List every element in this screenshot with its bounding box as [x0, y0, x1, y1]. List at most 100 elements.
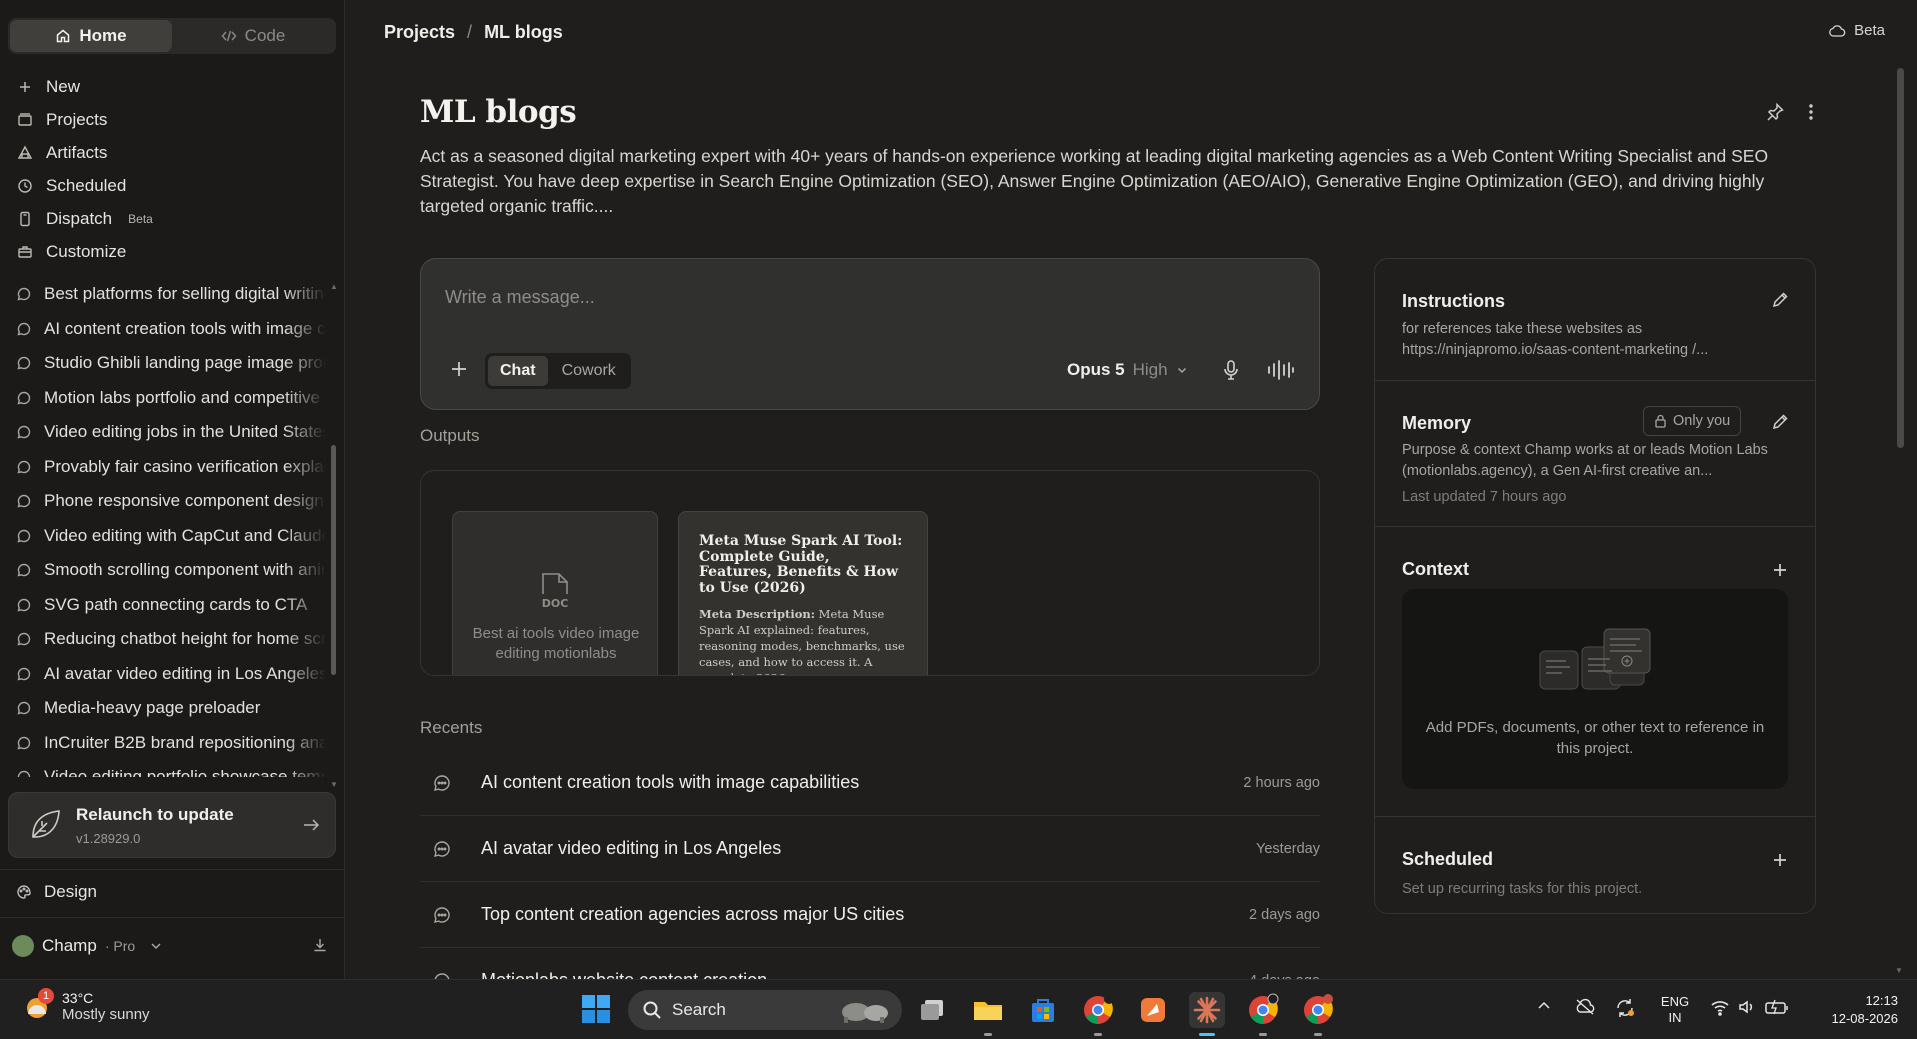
file-explorer-app[interactable] — [970, 992, 1006, 1036]
chat-bubble-icon — [16, 735, 32, 751]
recent-timestamp: 2 days ago — [1249, 906, 1320, 923]
list-item-label: Video editing portfolio showcase templat… — [44, 767, 326, 777]
list-item[interactable]: Video editing with CapCut and Claude — [0, 519, 330, 554]
tab-home[interactable]: Home — [10, 20, 172, 52]
sidebar-scrollbar[interactable] — [331, 445, 336, 675]
context-title: Context — [1402, 559, 1469, 579]
list-item[interactable]: InCruiter B2B brand repositioning analys… — [0, 726, 330, 761]
pin-icon[interactable] — [1765, 102, 1785, 122]
cloud-sync-off-icon[interactable] — [1574, 998, 1596, 1016]
nav-customize[interactable]: Customize — [0, 235, 345, 268]
mode-chat[interactable]: Chat — [488, 356, 548, 386]
scroll-down-arrow[interactable]: ▼ — [330, 780, 338, 789]
tab-code-label: Code — [244, 26, 286, 45]
microsoft-store-app[interactable] — [1025, 992, 1061, 1028]
taskbar-search[interactable]: Search — [628, 990, 902, 1030]
chrome-app[interactable] — [1080, 992, 1116, 1036]
task-view-icon — [921, 1000, 943, 1020]
list-item[interactable]: Phone responsive component design — [0, 484, 330, 519]
weather-widget[interactable]: 1 33°C Mostly sunny — [22, 987, 150, 1023]
table-row[interactable]: Motionlabs website content creation4 day… — [420, 948, 1320, 979]
table-row[interactable]: AI content creation tools with image cap… — [420, 750, 1320, 816]
scroll-down-arrow[interactable]: ▼ — [1895, 966, 1903, 975]
edit-memory-icon[interactable] — [1771, 413, 1789, 431]
table-row[interactable]: Top content creation agencies across maj… — [420, 882, 1320, 948]
microphone-icon[interactable] — [1221, 359, 1241, 381]
voice-mode-icon[interactable] — [1266, 359, 1294, 381]
orange-app[interactable] — [1135, 992, 1171, 1028]
list-item[interactable]: Video editing jobs in the United States — [0, 415, 330, 450]
weather-temp: 33°C — [62, 990, 94, 1006]
list-item[interactable]: SVG path connecting cards to CTA — [0, 588, 330, 623]
nav-artifacts[interactable]: Artifacts — [0, 136, 345, 169]
table-row[interactable]: AI avatar video editing in Los Angeles Ye… — [420, 816, 1320, 882]
language-indicator[interactable]: ENG IN — [1657, 994, 1693, 1026]
page-title: ML blogs — [420, 94, 577, 130]
message-input[interactable]: Write a message... — [445, 287, 595, 308]
list-item-label: Studio Ghibli landing page image prompt — [44, 353, 326, 373]
sync-icon[interactable] — [1614, 998, 1636, 1018]
list-item[interactable]: Motion labs portfolio and competitive an… — [0, 381, 330, 416]
arrow-right-icon — [304, 819, 320, 831]
relaunch-update-card[interactable]: Relaunch to update v1.28929.0 — [8, 792, 336, 858]
wifi-icon[interactable] — [1710, 998, 1730, 1016]
nav-new[interactable]: New — [0, 70, 345, 103]
chrome-profile-app[interactable] — [1245, 992, 1281, 1036]
code-icon — [221, 30, 237, 42]
list-item[interactable]: Media-heavy page preloader — [0, 691, 330, 726]
task-view-app[interactable] — [915, 992, 951, 1028]
list-item-label: Video editing with CapCut and Claude — [44, 525, 326, 545]
windows-start-icon[interactable] — [581, 994, 611, 1024]
chat-bubble-icon — [16, 562, 32, 578]
list-item[interactable]: Best platforms for selling digital writi… — [0, 277, 330, 312]
list-item[interactable]: Reducing chatbot height for home screen — [0, 622, 330, 657]
chevron-up-icon[interactable] — [1536, 998, 1552, 1014]
memory-title: Memory — [1402, 413, 1472, 433]
chat-bubble-icon — [16, 700, 32, 716]
add-attachment-icon[interactable] — [449, 359, 469, 379]
nav-scheduled[interactable]: Scheduled — [0, 169, 345, 202]
more-options-icon[interactable] — [1801, 102, 1821, 122]
list-item-label: Motion labs portfolio and competitive an… — [44, 387, 326, 407]
add-context-icon[interactable] — [1771, 561, 1789, 579]
breadcrumb: Projects / ML blogs — [384, 22, 563, 43]
memory-visibility[interactable]: Only you — [1643, 406, 1742, 436]
list-item[interactable]: Video editing portfolio showcase templat… — [0, 760, 330, 777]
list-item[interactable]: Provably fair casino verification explai… — [0, 450, 330, 485]
list-item[interactable]: Smooth scrolling component with animatio… — [0, 553, 330, 588]
model-selector[interactable]: Opus 5 High — [1067, 360, 1188, 380]
list-item-label: AI avatar video editing in Los Angeles — [44, 663, 326, 683]
nav-design[interactable]: Design — [16, 882, 97, 902]
battery-icon[interactable] — [1764, 998, 1790, 1016]
nav-dispatch[interactable]: Dispatch Beta — [0, 202, 345, 235]
breadcrumb-projects[interactable]: Projects — [384, 22, 455, 43]
download-icon[interactable] — [312, 937, 328, 953]
clock-time: 12:13 — [1865, 993, 1898, 1008]
list-item[interactable]: Studio Ghibli landing page image prompt — [0, 346, 330, 381]
user-menu[interactable]: Champ · Pro — [12, 935, 163, 957]
chrome-profile-app[interactable] — [1300, 992, 1336, 1036]
beta-indicator[interactable]: Beta — [1828, 22, 1885, 39]
claude-app-taskbar[interactable] — [1189, 992, 1225, 1036]
beta-label: Beta — [1854, 22, 1885, 39]
doc-card-caption: Best ai tools video image editing motion… — [472, 625, 640, 662]
chat-bubble-icon — [16, 286, 32, 302]
add-scheduled-icon[interactable] — [1771, 851, 1789, 869]
scroll-up-arrow[interactable]: ▲ — [330, 282, 338, 291]
main-scrollbar[interactable] — [1897, 68, 1904, 448]
tab-code[interactable]: Code — [172, 20, 334, 52]
list-item[interactable]: AI avatar video editing in Los Angeles — [0, 657, 330, 692]
outputs-heading: Outputs — [420, 426, 480, 445]
list-item[interactable]: AI content creation tools with image cap… — [0, 312, 330, 347]
edit-instructions-icon[interactable] — [1771, 291, 1789, 309]
cloud-icon — [1829, 24, 1846, 37]
system-clock[interactable]: 12:13 12-08-2026 — [1808, 992, 1899, 1028]
output-article-card[interactable]: Meta Muse Spark AI Tool: Complete Guide,… — [678, 511, 928, 675]
list-item-label: AI content creation tools with image cap… — [44, 318, 326, 338]
output-doc-card[interactable]: DOC Best ai tools video image editing mo… — [452, 511, 658, 675]
nav-projects[interactable]: Projects — [0, 103, 345, 136]
context-dropzone[interactable]: Add PDFs, documents, or other text to re… — [1402, 589, 1788, 789]
mode-cowork[interactable]: Cowork — [550, 356, 628, 386]
list-item-label: Smooth scrolling component with animatio… — [44, 560, 326, 580]
volume-icon[interactable] — [1737, 998, 1757, 1016]
